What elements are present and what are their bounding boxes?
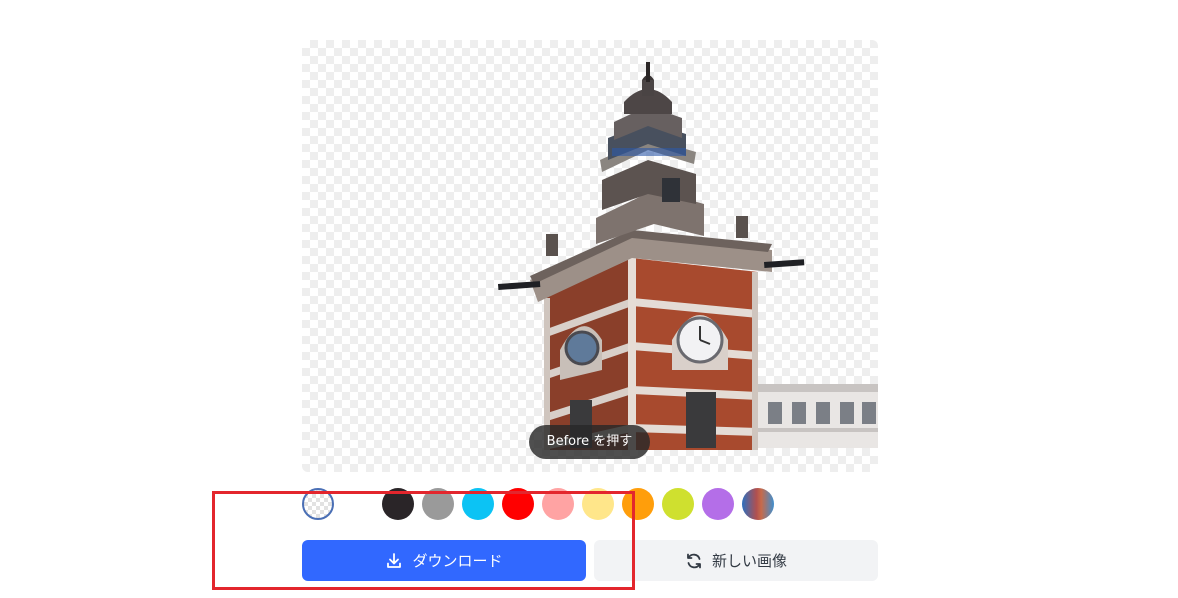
swatch-orange[interactable] <box>622 488 654 520</box>
new-image-button[interactable]: 新しい画像 <box>594 540 878 581</box>
swatch-red[interactable] <box>502 488 534 520</box>
swatch-white[interactable] <box>342 488 374 520</box>
new-image-label: 新しい画像 <box>711 552 787 570</box>
tower-upper <box>596 62 704 244</box>
refresh-icon <box>685 552 703 570</box>
swatch-transparent[interactable] <box>302 488 334 520</box>
swatch-lime[interactable] <box>662 488 694 520</box>
swatch-pink[interactable] <box>542 488 574 520</box>
swatch-light-yellow[interactable] <box>582 488 614 520</box>
swatch-black[interactable] <box>382 488 414 520</box>
clock-tower-image <box>498 62 878 450</box>
before-compare-button[interactable]: Before を押す <box>529 425 650 459</box>
result-image-preview <box>302 40 878 472</box>
download-label: ダウンロード <box>412 552 503 570</box>
swatch-sky-blue[interactable] <box>462 488 494 520</box>
swatch-gradient[interactable] <box>742 488 774 520</box>
app-stage: Before を押す ダウンロード 新しい画像 <box>0 0 1178 598</box>
download-icon <box>385 552 403 570</box>
swatch-purple[interactable] <box>702 488 734 520</box>
download-button[interactable]: ダウンロード <box>302 540 586 581</box>
swatch-gray[interactable] <box>422 488 454 520</box>
side-building <box>758 384 878 448</box>
